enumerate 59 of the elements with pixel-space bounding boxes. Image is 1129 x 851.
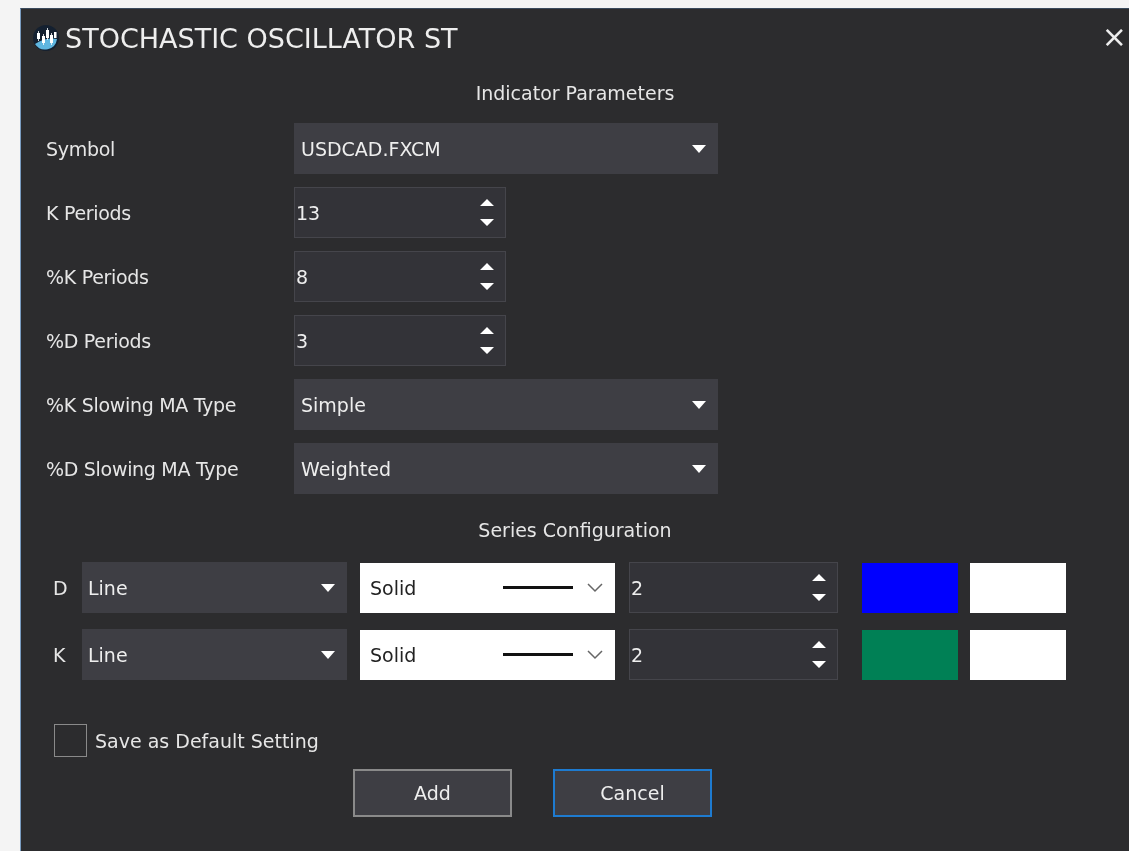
dropdown-value: Simple [301, 393, 366, 416]
field-label: %K Periods [46, 265, 150, 288]
dropdown[interactable]: Weighted [294, 443, 718, 494]
spinner-arrows-icon[interactable] [479, 325, 495, 356]
number-field[interactable]: 13 [294, 187, 506, 238]
dialog-button[interactable]: Cancel [553, 769, 712, 817]
number-field[interactable]: 3 [294, 315, 506, 366]
color-swatch[interactable] [970, 562, 1066, 613]
number-value: 2 [630, 576, 644, 599]
field-label: %D Slowing MA Type [46, 457, 240, 480]
number-field[interactable]: 2 [629, 629, 838, 680]
checkbox-label: Save as Default Setting [95, 729, 319, 752]
field-label: %K Slowing MA Type [46, 393, 238, 416]
color-swatch[interactable] [862, 562, 958, 613]
spinner-arrows-icon[interactable] [479, 197, 495, 228]
caret-icon [692, 144, 706, 153]
line-sample-icon [503, 653, 573, 656]
caret-icon [321, 650, 335, 659]
dialog-button[interactable]: Add [353, 769, 512, 817]
field-label: K Periods [46, 201, 132, 224]
dropdown-value: Line [88, 643, 128, 666]
chevron-icon [587, 582, 603, 593]
color-swatch[interactable] [970, 629, 1066, 680]
candlestick-icon [33, 25, 59, 51]
color-swatch[interactable] [862, 629, 958, 680]
dropdown[interactable]: Line [82, 629, 347, 680]
number-field[interactable]: 8 [294, 251, 506, 302]
dropdown[interactable]: USDCAD.FXCM [294, 123, 718, 174]
caret-icon [692, 400, 706, 409]
caret-icon [321, 583, 335, 592]
window-title: STOCHASTIC OSCILLATOR ST [65, 22, 458, 54]
line-style-dropdown[interactable]: Solid [360, 629, 615, 680]
line-style-dropdown[interactable]: Solid [360, 562, 615, 613]
caret-icon [692, 464, 706, 473]
close-button[interactable]: × [1099, 19, 1129, 55]
chevron-icon [587, 649, 603, 660]
dropdown-value: Solid [370, 576, 418, 599]
dropdown[interactable]: Simple [294, 379, 718, 430]
number-value: 8 [295, 265, 309, 288]
dropdown[interactable]: Line [82, 562, 347, 613]
number-value: 3 [295, 329, 309, 352]
series-label: K [53, 643, 67, 666]
spinner-arrows-icon[interactable] [811, 572, 827, 603]
number-value: 2 [630, 643, 644, 666]
dropdown-value: Weighted [301, 457, 391, 480]
dropdown-value: Line [88, 576, 128, 599]
number-field[interactable]: 2 [629, 562, 838, 613]
series-label: D [53, 576, 69, 599]
field-label: %D Periods [46, 329, 152, 352]
field-label: Symbol [46, 137, 116, 160]
line-sample-icon [503, 586, 573, 589]
dropdown-value: USDCAD.FXCM [301, 137, 441, 160]
section-heading: Indicator Parameters [474, 81, 676, 106]
number-value: 13 [295, 201, 321, 224]
spinner-arrows-icon[interactable] [479, 261, 495, 292]
spinner-arrows-icon[interactable] [811, 639, 827, 670]
checkbox[interactable] [54, 724, 87, 757]
dropdown-value: Solid [370, 643, 418, 666]
section-heading: Series Configuration [477, 518, 673, 543]
